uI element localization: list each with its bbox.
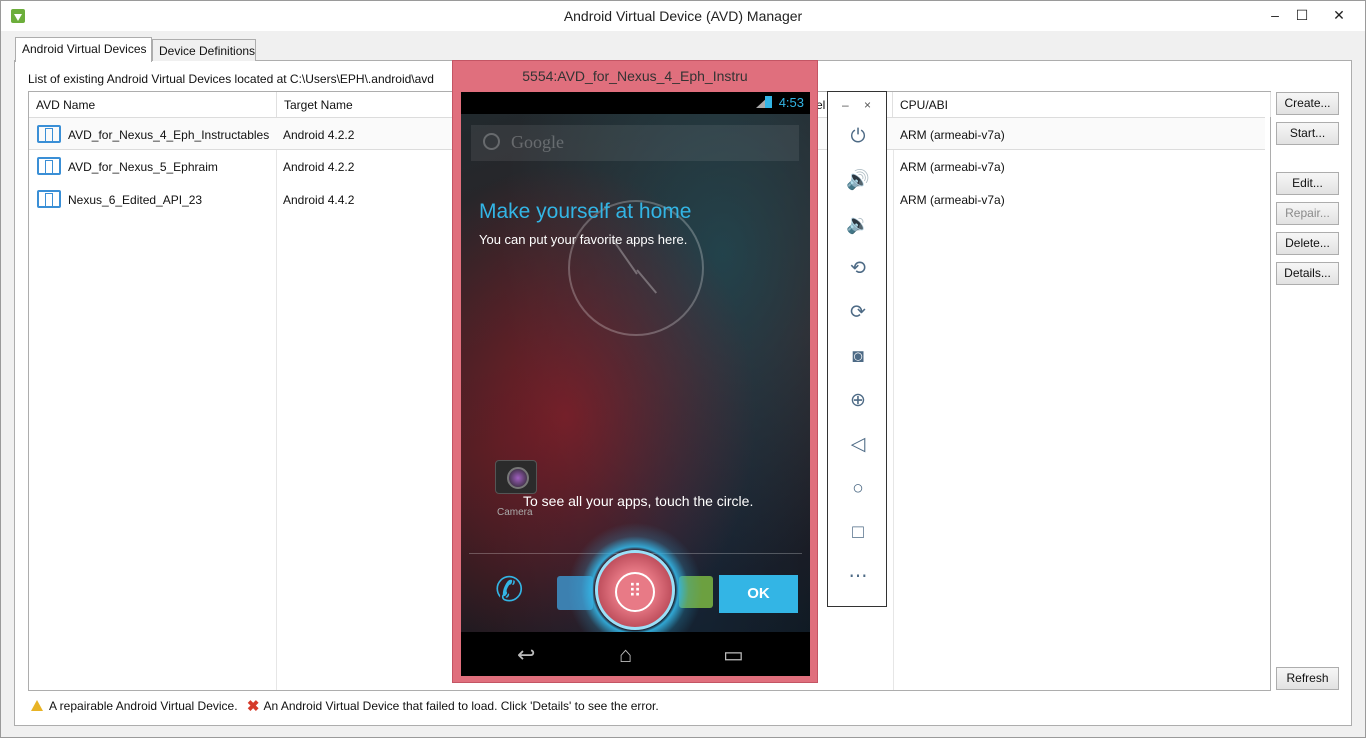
camera-app-icon[interactable] [495,460,537,494]
device-icon [37,157,61,175]
cpu-cell: ARM (armeabi-v7a) [900,128,1005,142]
emulator-title: 5554:AVD_for_Nexus_4_Eph_Instru [522,68,748,84]
legend: A repairable Android Virtual Device. ✖ An… [31,697,659,715]
status-bar: 4:53 [461,92,810,114]
emulator-window[interactable]: 5554:AVD_for_Nexus_4_Eph_Instru 4:53 Goo… [452,60,818,683]
col-header-target-name[interactable]: Target Name [277,92,453,117]
toolbar-close-button[interactable]: × [864,98,871,112]
error-icon: ✖ [246,698,260,715]
repair-button[interactable]: Repair... [1276,202,1339,225]
maximize-button[interactable]: ☐ [1289,5,1315,25]
legend-repairable: A repairable Android Virtual Device. [49,699,238,713]
camera-icon[interactable]: ◙ [846,345,870,369]
tab-device-definitions[interactable]: Device Definitions [152,39,256,61]
phone-icon[interactable]: ✆ [495,570,524,610]
more-icon[interactable]: ⋯ [846,565,870,589]
cpu-cell: ARM (armeabi-v7a) [900,160,1005,174]
device-icon [37,190,61,208]
warning-icon [31,700,43,711]
cpu-cell: ARM (armeabi-v7a) [900,193,1005,207]
nav-recents-icon[interactable]: ▭ [723,642,744,668]
rotate-right-icon[interactable]: ⟳ [846,301,870,325]
start-button[interactable]: Start... [1276,122,1339,145]
nav-home-icon[interactable]: ⌂ [619,642,632,668]
volume-down-icon[interactable]: 🔉 [846,213,870,237]
target-cell: Android 4.2.2 [283,128,355,142]
tab-android-virtual-devices[interactable]: Android Virtual Devices [15,37,152,62]
refresh-button[interactable]: Refresh [1276,667,1339,690]
details-button[interactable]: Details... [1276,262,1339,285]
avd-name-cell: AVD_for_Nexus_4_Eph_Instructables [68,128,270,142]
emulator-toolbar: – × ⏻ 🔊 🔉 ⟲ ⟳ ◙ ⊕ ◁ ○ □ ⋯ [827,91,887,607]
back-icon[interactable]: ◁ [846,433,870,457]
target-cell: Android 4.2.2 [283,160,355,174]
home-title: Make yourself at home [479,200,692,223]
ok-button[interactable]: OK [719,575,798,613]
avd-location-caption: List of existing Android Virtual Devices… [28,72,434,86]
legend-failed: An Android Virtual Device that failed to… [263,699,659,713]
all-apps-tip: To see all your apps, touch the circle. [523,493,754,509]
avd-manager-window: Android Virtual Device (AVD) Manager – ☐… [0,0,1366,738]
device-icon [37,125,61,143]
col-header-cpu-abi[interactable]: CPU/ABI [893,92,1271,117]
home-subtitle: You can put your favorite apps here. [479,232,688,247]
toolbar-minimize-button[interactable]: – [842,98,849,112]
col-header-avd-name[interactable]: AVD Name [29,92,277,117]
rotate-left-icon[interactable]: ⟲ [846,257,870,281]
home-icon[interactable]: ○ [846,477,870,501]
avd-name-cell: Nexus_6_Edited_API_23 [68,193,203,207]
zoom-icon[interactable]: ⊕ [846,389,870,413]
nav-back-icon[interactable]: ↩ [517,642,535,668]
all-apps-icon[interactable]: ⠿ [615,572,655,612]
status-clock: 4:53 [778,95,804,110]
edit-button[interactable]: Edit... [1276,172,1339,195]
window-title: Android Virtual Device (AVD) Manager [563,8,803,24]
delete-button[interactable]: Delete... [1276,232,1339,255]
google-search-bar[interactable]: Google [471,125,799,161]
volume-up-icon[interactable]: 🔊 [846,169,870,193]
title-bar: Android Virtual Device (AVD) Manager – ☐… [1,1,1365,31]
navigation-bar: ↩ ⌂ ▭ [461,632,810,676]
close-button[interactable]: ✕ [1324,5,1354,25]
target-cell: Android 4.4.2 [283,193,355,207]
overview-icon[interactable]: □ [846,521,870,545]
power-icon[interactable]: ⏻ [846,125,870,149]
clock-hand [636,269,658,294]
battery-icon [765,96,772,108]
avd-name-cell: AVD_for_Nexus_5_Ephraim [68,160,218,174]
create-button[interactable]: Create... [1276,92,1339,115]
emulator-screen[interactable]: 4:53 Google Make yourself at home You ca… [461,92,810,676]
minimize-button[interactable]: – [1262,5,1288,25]
